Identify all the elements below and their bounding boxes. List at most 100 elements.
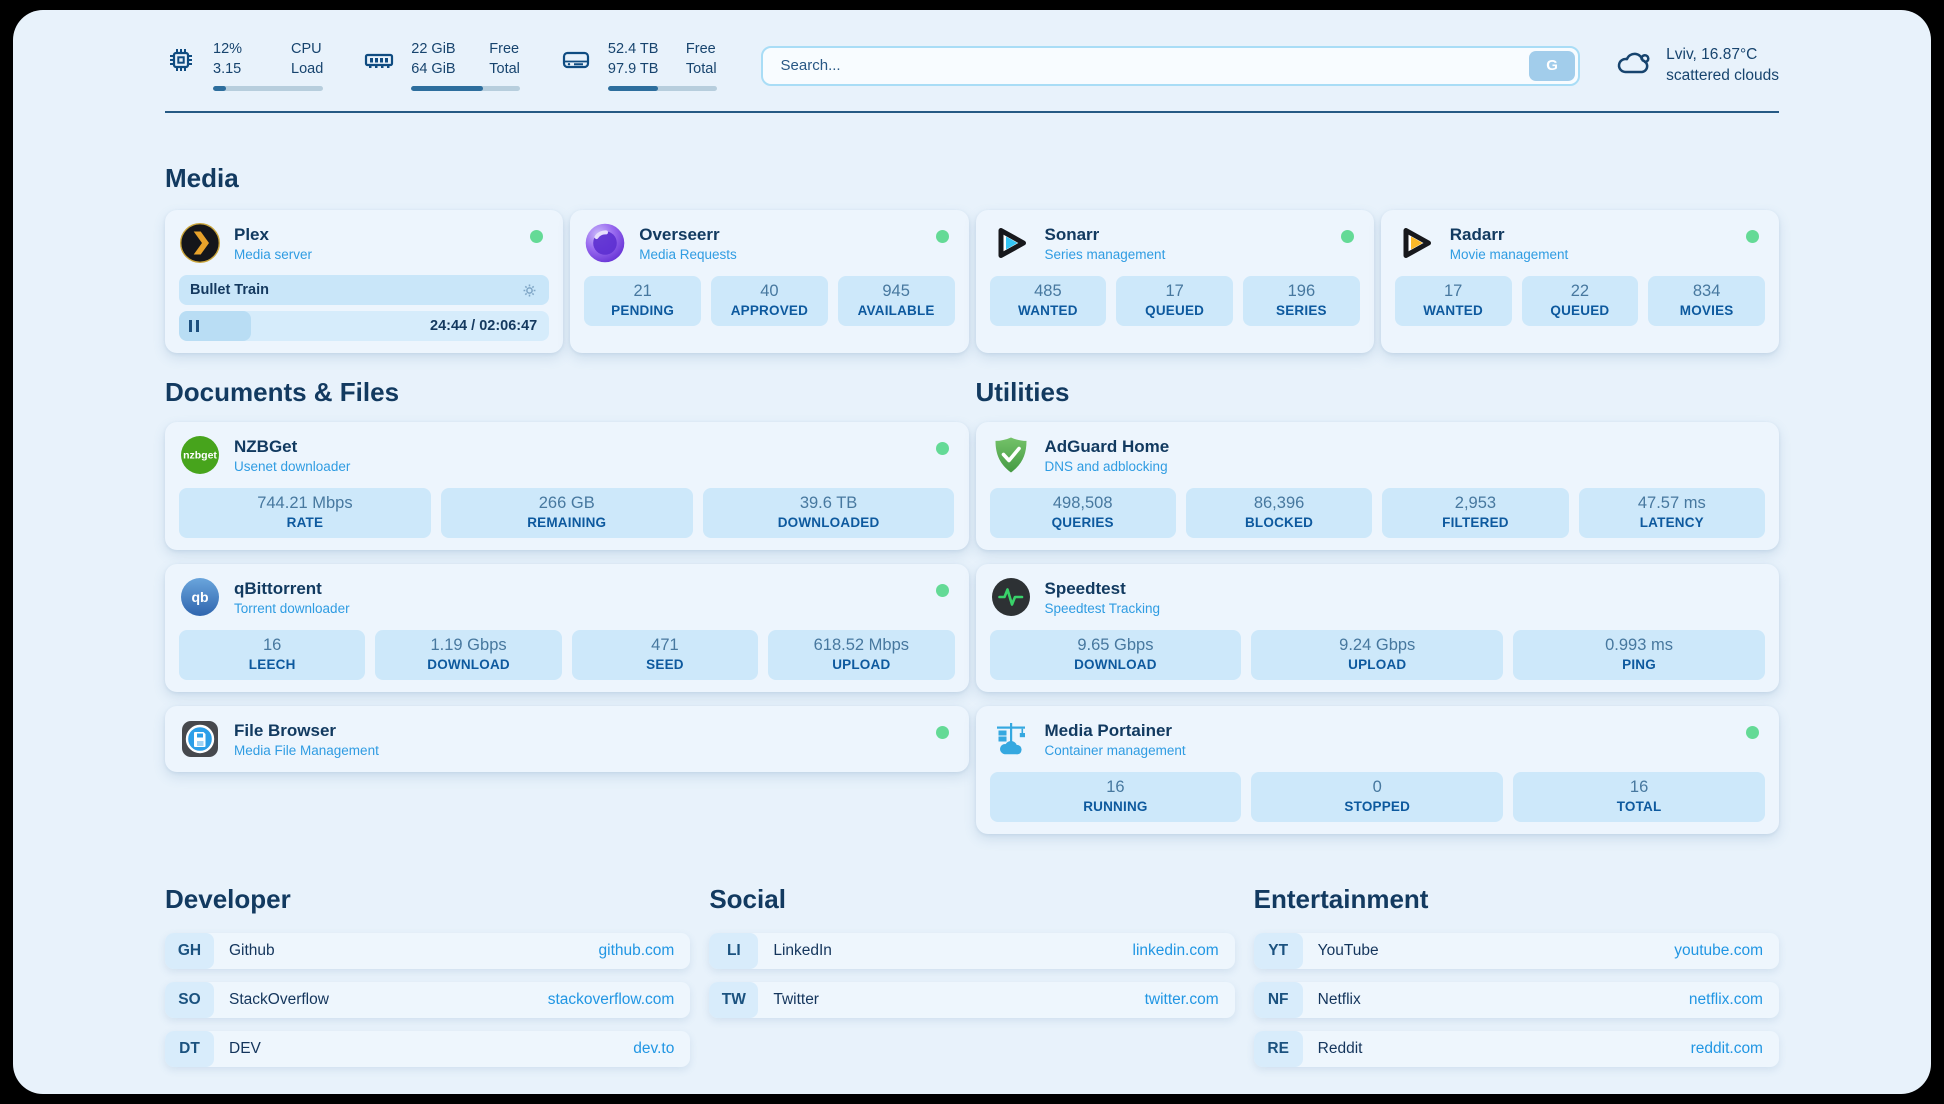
- search-engine-button[interactable]: G: [1529, 51, 1575, 81]
- stat-label: BLOCKED: [1190, 515, 1368, 530]
- bookmark-github[interactable]: GH Github github.com: [165, 933, 690, 969]
- stat-value: 1.19 Gbps: [379, 636, 557, 655]
- section-title-media: Media: [165, 163, 1779, 194]
- dashboard-page: 12% 3.15 CPU Load 22 GiB 64 GiB: [13, 10, 1931, 1094]
- pause-icon: [189, 320, 199, 332]
- stat-label: MOVIES: [1652, 303, 1761, 318]
- disk-progress-bar: [608, 86, 717, 91]
- stat-label: RATE: [183, 515, 427, 530]
- stat-pill: 17 WANTED: [1395, 276, 1512, 326]
- app-title: File Browser: [234, 721, 379, 741]
- bookmark-reddit[interactable]: RE Reddit reddit.com: [1254, 1031, 1779, 1067]
- bookmark-linkedin[interactable]: LI LinkedIn linkedin.com: [709, 933, 1234, 969]
- disk-icon: [560, 44, 592, 76]
- stat-value: 0: [1255, 778, 1499, 797]
- bookmark-tag: SO: [165, 982, 214, 1018]
- stat-pill: 0STOPPED: [1251, 772, 1503, 822]
- stat-value: 945: [842, 282, 951, 301]
- app-card-qbittorrent[interactable]: qb qBittorrent Torrent downloader 16LEEC…: [165, 564, 969, 692]
- app-subtitle: Media server: [234, 247, 312, 262]
- ram-widget: 22 GiB 64 GiB Free Total: [363, 40, 520, 91]
- app-title: Plex: [234, 225, 312, 245]
- bookmark-url[interactable]: reddit.com: [1691, 1040, 1763, 1058]
- ram-free: 22 GiB: [411, 40, 463, 60]
- stat-label: SERIES: [1247, 303, 1356, 318]
- developer-column: Developer GH Github github.com SO StackO…: [165, 858, 690, 1080]
- app-card-sonarr[interactable]: Sonarr Series management 485WANTED 17QUE…: [976, 210, 1374, 353]
- stat-label: PING: [1517, 657, 1761, 672]
- bookmark-twitter[interactable]: TW Twitter twitter.com: [709, 982, 1234, 1018]
- stat-label: QUERIES: [994, 515, 1172, 530]
- disk-widget: 52.4 TB 97.9 TB Free Total: [560, 40, 717, 91]
- stat-pill: 39.6 TBDOWNLOADED: [703, 488, 955, 538]
- section-title-social: Social: [709, 884, 1234, 915]
- stat-value: 266 GB: [445, 494, 689, 513]
- disk-free: 52.4 TB: [608, 40, 660, 60]
- stat-value: 9.65 Gbps: [994, 636, 1238, 655]
- search-input[interactable]: [761, 46, 1581, 86]
- bookmark-url[interactable]: netflix.com: [1689, 991, 1763, 1009]
- stat-value: 17: [1399, 282, 1508, 301]
- stat-pill: 2,953FILTERED: [1382, 488, 1568, 538]
- app-card-speedtest[interactable]: Speedtest Speedtest Tracking 9.65 GbpsDO…: [976, 564, 1780, 692]
- stat-value: 40: [715, 282, 824, 301]
- bookmark-url[interactable]: github.com: [599, 942, 675, 960]
- stat-label: DOWNLOAD: [379, 657, 557, 672]
- status-dot: [1746, 230, 1759, 243]
- bookmark-url[interactable]: linkedin.com: [1133, 942, 1219, 960]
- gear-icon[interactable]: [521, 282, 538, 299]
- weather-widget: Lviv, 16.87°C scattered clouds: [1614, 45, 1779, 87]
- stat-value: 9.24 Gbps: [1255, 636, 1499, 655]
- bookmark-tag: GH: [165, 933, 214, 969]
- disk-label-top: Free: [686, 40, 717, 60]
- stat-pill: 16RUNNING: [990, 772, 1242, 822]
- svg-text:nzbget: nzbget: [183, 450, 217, 462]
- stat-label: WANTED: [1399, 303, 1508, 318]
- bookmark-stackoverflow[interactable]: SO StackOverflow stackoverflow.com: [165, 982, 690, 1018]
- bookmark-url[interactable]: dev.to: [633, 1040, 674, 1058]
- status-dot: [936, 584, 949, 597]
- bookmark-name: LinkedIn: [773, 942, 832, 960]
- stat-label: FILTERED: [1386, 515, 1564, 530]
- app-card-media-portainer[interactable]: Media Portainer Container management 16R…: [976, 706, 1780, 834]
- header-divider: [165, 111, 1779, 113]
- stat-value: 471: [576, 636, 754, 655]
- app-card-overseerr[interactable]: Overseerr Media Requests 21PENDING 40APP…: [570, 210, 968, 353]
- stat-label: UPLOAD: [772, 657, 950, 672]
- stat-pill: 266 GBREMAINING: [441, 488, 693, 538]
- stat-label: APPROVED: [715, 303, 824, 318]
- bookmark-url[interactable]: youtube.com: [1674, 942, 1763, 960]
- bookmark-url[interactable]: stackoverflow.com: [548, 991, 675, 1009]
- stat-value: 618.52 Mbps: [772, 636, 950, 655]
- stat-value: 16: [183, 636, 361, 655]
- app-subtitle: Media Requests: [639, 247, 737, 262]
- stat-pill: 16TOTAL: [1513, 772, 1765, 822]
- app-card-nzbget[interactable]: nzbget NZBGet Usenet downloader 744.21 M…: [165, 422, 969, 550]
- app-card-adguard-home[interactable]: AdGuard Home DNS and adblocking 498,508Q…: [976, 422, 1780, 550]
- plex-icon: [179, 222, 221, 264]
- ram-label-top: Free: [489, 40, 520, 60]
- stat-value: 196: [1247, 282, 1356, 301]
- bookmark-tag: NF: [1254, 982, 1303, 1018]
- now-playing-row: Bullet Train: [179, 275, 549, 305]
- section-title-documents: Documents & Files: [165, 377, 969, 408]
- bookmark-dev[interactable]: DT DEV dev.to: [165, 1031, 690, 1067]
- app-card-file-browser[interactable]: File Browser Media File Management: [165, 706, 969, 772]
- stat-label: QUEUED: [1120, 303, 1229, 318]
- stat-pill: 22QUEUED: [1522, 276, 1639, 326]
- entertainment-column: Entertainment YT YouTube youtube.com NF …: [1254, 858, 1779, 1080]
- app-card-radarr[interactable]: Radarr Movie management 17WANTED 22QUEUE…: [1381, 210, 1779, 353]
- stat-pill: 744.21 MbpsRATE: [179, 488, 431, 538]
- bookmark-youtube[interactable]: YT YouTube youtube.com: [1254, 933, 1779, 969]
- app-card-plex[interactable]: Plex Media server Bullet Train 24:44 / 0…: [165, 210, 563, 353]
- app-subtitle: DNS and adblocking: [1045, 459, 1170, 474]
- bookmark-tag: RE: [1254, 1031, 1303, 1067]
- stat-value: 16: [1517, 778, 1761, 797]
- app-subtitle: Series management: [1045, 247, 1166, 262]
- app-subtitle: Container management: [1045, 743, 1186, 758]
- bookmark-netflix[interactable]: NF Netflix netflix.com: [1254, 982, 1779, 1018]
- header: 12% 3.15 CPU Load 22 GiB 64 GiB: [165, 40, 1779, 91]
- bookmark-url[interactable]: twitter.com: [1145, 991, 1219, 1009]
- stat-pill: 471SEED: [572, 630, 758, 680]
- stat-pill: 0.993 msPING: [1513, 630, 1765, 680]
